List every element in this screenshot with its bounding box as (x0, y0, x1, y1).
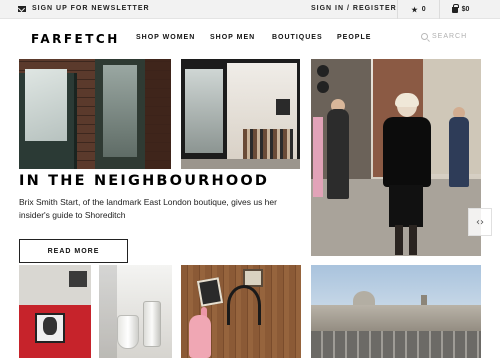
wishlist-count: 0 (421, 6, 426, 13)
bag-button[interactable]: $0 (439, 0, 481, 19)
storefront-brick-image[interactable] (19, 59, 171, 169)
featured-person (377, 93, 437, 256)
star-icon: ★ (411, 6, 418, 14)
newsletter-label: SIGN UP FOR NEWSLETTER (32, 5, 150, 12)
utility-bar: SIGN UP FOR NEWSLETTER SIGN IN / REGISTE… (0, 0, 500, 19)
newsletter-link[interactable]: SIGN UP FOR NEWSLETTER (18, 5, 150, 12)
flamingo-thumbnail-image[interactable] (181, 265, 301, 358)
bag-amount: $0 (461, 6, 470, 13)
boutique-interior-image[interactable] (181, 59, 300, 169)
nav-shop-men[interactable]: SHOP MEN (210, 34, 255, 41)
wishlist-button[interactable]: ★ 0 (397, 0, 439, 19)
envelope-icon (18, 5, 26, 12)
chevron-left-right-icon: ‹› (476, 216, 484, 228)
street-portrait-image[interactable] (311, 59, 481, 256)
search-button[interactable]: SEARCH (421, 33, 467, 40)
city-skyline-thumbnail-image[interactable] (311, 265, 481, 358)
nav-shop-women[interactable]: SHOP WOMEN (136, 34, 195, 41)
shopping-bag-icon (451, 3, 459, 13)
feature-headline[interactable]: IN THE NEIGHBOURHOOD (19, 173, 269, 189)
main-header: FARFETCH SHOP WOMEN SHOP MEN BOUTIQUES P… (0, 19, 500, 59)
feature-blurb: Brix Smith Start, of the landmark East L… (19, 197, 277, 220)
nav-people[interactable]: PEOPLE (337, 34, 371, 41)
read-more-button[interactable]: READ MORE (19, 239, 128, 263)
search-icon (421, 33, 428, 40)
farfetch-logo[interactable]: FARFETCH (31, 32, 120, 46)
carousel-arrow-button[interactable]: ‹› (468, 208, 492, 236)
sofa-thumbnail-image[interactable] (19, 265, 91, 358)
nav-boutiques[interactable]: BOUTIQUES (272, 34, 323, 41)
search-label: SEARCH (432, 33, 468, 40)
glassware-thumbnail-image[interactable] (99, 265, 172, 358)
signin-register-link[interactable]: SIGN IN / REGISTER (311, 5, 397, 12)
